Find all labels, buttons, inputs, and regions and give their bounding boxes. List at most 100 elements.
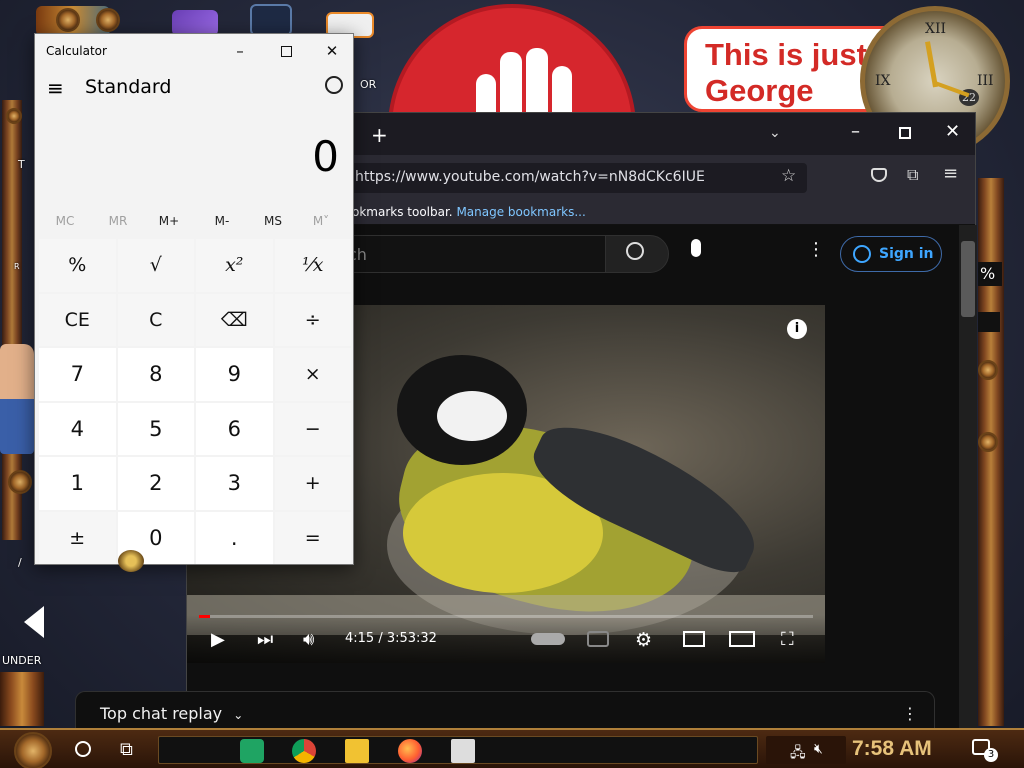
page-scrollbar[interactable] <box>959 225 977 733</box>
miniplayer-icon[interactable] <box>683 631 705 647</box>
right-panel <box>978 312 1000 332</box>
memory-button-m[interactable]: M+ <box>143 214 195 228</box>
maximize-button[interactable] <box>263 36 309 66</box>
volume-icon[interactable]: 🔊︎ <box>303 629 314 650</box>
sheets-icon[interactable] <box>240 739 264 763</box>
chrome-icon[interactable] <box>292 739 316 763</box>
calc-key[interactable]: ± <box>39 511 116 564</box>
calc-key[interactable]: 1 <box>39 457 116 510</box>
pocket-icon[interactable] <box>871 168 887 182</box>
cartoon-character-icon[interactable] <box>0 344 34 454</box>
menu-hamburger-icon[interactable]: ≡ <box>943 163 958 184</box>
memory-button-mc: MC <box>55 214 75 228</box>
calc-key[interactable]: 3 <box>196 457 273 510</box>
task-view-icon[interactable]: ⧉ <box>120 739 133 760</box>
navigation-menu-icon[interactable]: ≡ <box>47 76 64 100</box>
memory-button-m: M˅ <box>312 214 330 228</box>
settings-gear-icon[interactable]: ⚙ <box>635 629 652 651</box>
clock-numeral: III <box>977 73 994 89</box>
player-controls: ▶ ⏭ 🔊︎ 4:15 / 3:53:32 ⚙ ⛶ <box>187 615 825 663</box>
subtitles-icon[interactable] <box>587 631 609 647</box>
desktop-label-percent: % <box>980 264 996 283</box>
next-icon[interactable]: ⏭ <box>257 629 273 650</box>
window-title: Calculator <box>46 44 107 58</box>
calc-key[interactable]: . <box>196 511 273 564</box>
bookmarks-hint: okmarks toolbar. <box>352 205 453 219</box>
steampunk-frame <box>0 672 44 726</box>
gear-decoration-icon <box>96 8 120 32</box>
gear-decoration-icon <box>56 8 80 32</box>
calc-key[interactable]: 8 <box>117 348 194 401</box>
unity-cube-icon[interactable] <box>250 4 292 36</box>
calc-key[interactable]: 7 <box>39 348 116 401</box>
system-tray <box>766 736 846 764</box>
scrollbar-thumb[interactable] <box>961 241 975 317</box>
chat-replay-panel[interactable]: Top chat replay ⌄ ⋮ <box>75 691 935 733</box>
info-icon[interactable]: i <box>787 319 807 339</box>
calc-key[interactable]: CE <box>39 293 116 346</box>
calc-key[interactable]: 9 <box>196 348 273 401</box>
start-button[interactable] <box>14 732 52 768</box>
memory-button-ms[interactable]: MS <box>247 214 299 228</box>
search-circle-icon[interactable] <box>75 741 91 757</box>
maximize-button[interactable] <box>899 127 911 139</box>
clock-numeral: IX <box>875 73 891 89</box>
calc-key[interactable]: − <box>274 402 351 455</box>
progress-bar[interactable] <box>199 615 813 618</box>
calc-key[interactable]: C <box>117 293 194 346</box>
volume-muted-icon[interactable]: 🔇︎ <box>814 741 823 757</box>
calc-key[interactable]: 6 <box>196 402 273 455</box>
calc-key[interactable]: 5 <box>117 402 194 455</box>
chevron-down-icon[interactable]: ⌄ <box>233 708 243 722</box>
theater-mode-icon[interactable] <box>729 631 755 647</box>
gear-decoration-icon <box>6 108 22 124</box>
search-icon <box>626 242 644 260</box>
calc-key[interactable]: % <box>39 239 116 292</box>
desktop-label-or: OR <box>360 78 377 91</box>
clock-numeral: XII <box>925 21 947 37</box>
calc-key[interactable]: ⌫ <box>196 293 273 346</box>
extensions-icon[interactable]: ⧉ <box>907 165 918 185</box>
calc-key[interactable]: × <box>274 348 351 401</box>
chat-replay-label: Top chat replay <box>100 704 223 723</box>
play-icon[interactable]: ▶ <box>211 629 225 650</box>
calculator-window: Calculator – ✕ ≡ Standard 0 MC MR M+ M- MS M˅… <box>34 33 354 565</box>
manage-bookmarks-link[interactable]: Manage bookmarks... <box>456 205 585 219</box>
calc-key[interactable]: ¹⁄x <box>274 239 351 292</box>
gear-decoration-icon <box>978 360 998 380</box>
calc-key[interactable]: √ <box>117 239 194 292</box>
sign-in-button[interactable]: Sign in <box>840 236 942 272</box>
calc-key[interactable]: 4 <box>39 402 116 455</box>
keypad: % √ x² ¹⁄x CE C ⌫ ÷ 7 8 9 × 4 5 6−1 2 3 + ±0. = <box>39 239 351 564</box>
close-button[interactable]: ✕ <box>309 36 355 66</box>
tab-list-chevron-icon[interactable]: ⌄ <box>769 125 781 141</box>
calc-key[interactable]: + <box>274 457 351 510</box>
calc-key[interactable]: x² <box>196 239 273 292</box>
minimize-button[interactable]: – <box>851 121 860 142</box>
network-icon[interactable]: 🖧︎ <box>790 742 806 766</box>
adobe-icon[interactable] <box>24 606 44 638</box>
more-options-icon[interactable]: ⋮ <box>807 239 825 260</box>
voice-search-icon[interactable] <box>691 239 701 257</box>
calc-key[interactable]: = <box>274 511 351 564</box>
bookmark-star-icon[interactable]: ☆ <box>781 166 796 186</box>
firefox-icon[interactable] <box>398 739 422 763</box>
chat-more-icon[interactable]: ⋮ <box>902 704 918 723</box>
calculator-taskbar-icon[interactable] <box>451 739 475 763</box>
close-button[interactable]: ✕ <box>945 121 960 142</box>
fullscreen-icon[interactable]: ⛶ <box>781 629 794 650</box>
history-icon[interactable] <box>325 76 343 94</box>
calc-key[interactable]: 2 <box>117 457 194 510</box>
memory-button-m[interactable]: M- <box>196 214 248 228</box>
calculator-display: 0 <box>312 132 339 181</box>
file-explorer-icon[interactable] <box>345 739 369 763</box>
taskbar-clock[interactable]: 7:58 AM <box>852 737 932 761</box>
autoplay-toggle[interactable] <box>531 633 565 645</box>
search-button[interactable] <box>605 235 669 273</box>
new-tab-button[interactable]: + <box>371 123 388 147</box>
calc-key[interactable]: ÷ <box>274 293 351 346</box>
minimize-button[interactable]: – <box>217 36 263 66</box>
steampunk-frame <box>978 178 1004 726</box>
desktop-label: / <box>18 556 22 569</box>
url-bar[interactable]: https://www.youtube.com/watch?v=nN8dCKc6… <box>337 163 807 193</box>
